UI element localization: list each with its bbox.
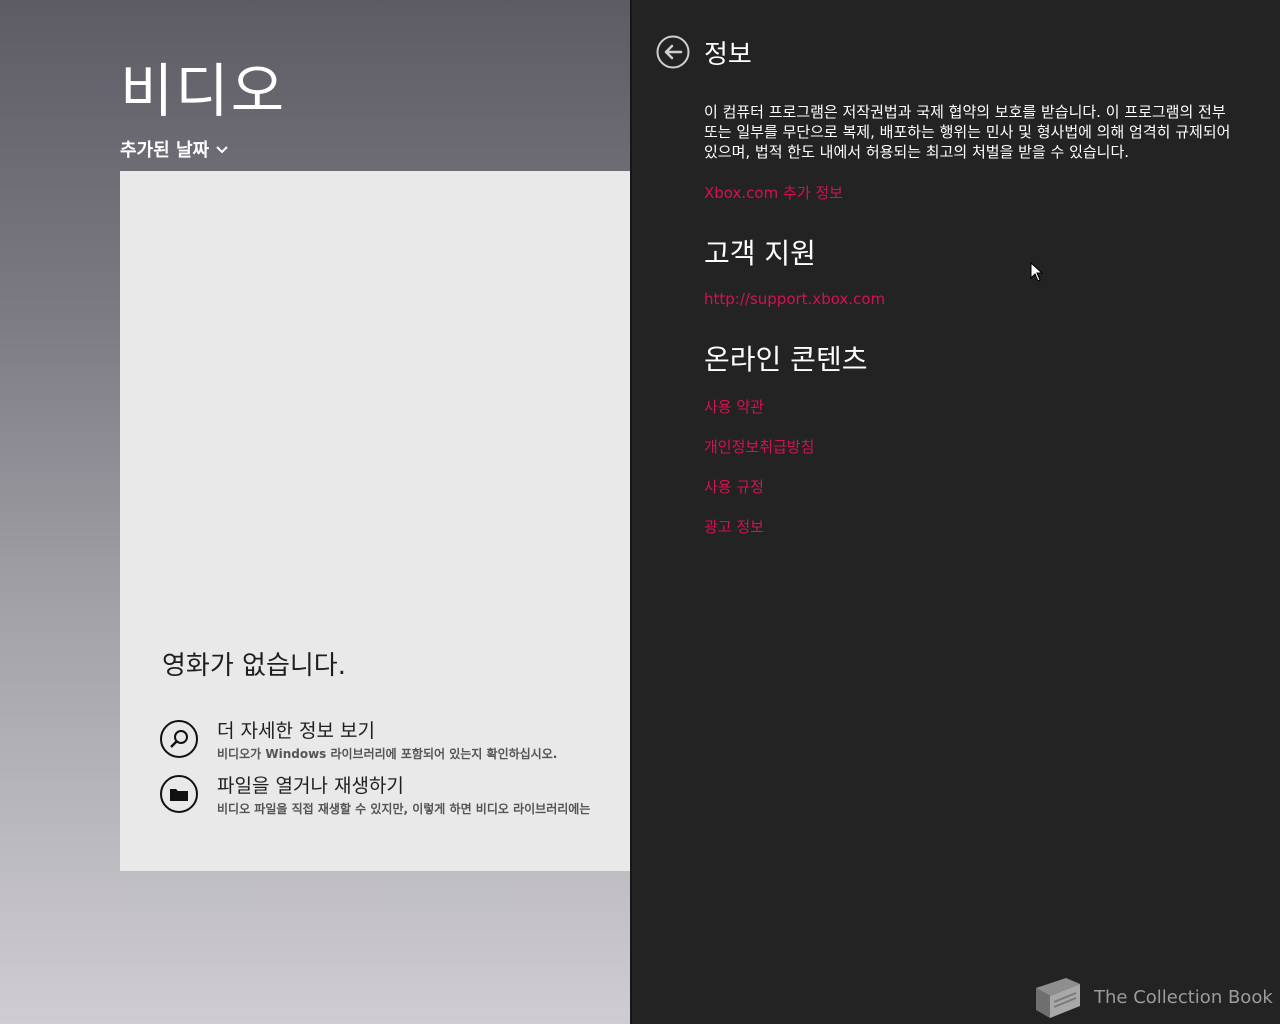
online-content-heading: 온라인 콘텐츠 <box>704 343 868 376</box>
learn-more-desc: 비디오가 Windows 라이브러리에 포함되어 있는지 확인하십시오. <box>217 747 558 761</box>
support-link[interactable]: http://support.xbox.com <box>704 290 885 308</box>
search-icon <box>160 720 198 758</box>
back-arrow-icon[interactable] <box>656 35 690 69</box>
watermark: The Collection Book <box>1030 974 1273 1020</box>
privacy-policy-link[interactable]: 개인정보취급방침 <box>704 436 814 457</box>
code-of-conduct-link[interactable]: 사용 규정 <box>704 476 764 497</box>
mouse-cursor-icon <box>1030 262 1044 282</box>
sort-dropdown[interactable]: 추가된 날짜 <box>120 136 229 162</box>
open-file-desc: 비디오 파일을 직접 재생할 수 있지만, 이렇게 하면 비디오 라이브러리에는 <box>217 802 591 816</box>
legal-text: 이 컴퓨터 프로그램은 저작권법과 국제 협약의 보호를 받습니다. 이 프로그… <box>704 103 1231 161</box>
learn-more-title: 더 자세한 정보 보기 <box>217 720 375 742</box>
folder-icon <box>160 775 198 813</box>
support-heading: 고객 지원 <box>704 237 816 270</box>
about-panel: 정보 이 컴퓨터 프로그램은 저작권법과 국제 협약의 보호를 받습니다. 이 … <box>630 0 1280 1024</box>
book-icon <box>1036 978 1080 1018</box>
learn-more-action[interactable]: 더 자세한 정보 보기 비디오가 Windows 라이브러리에 포함되어 있는지… <box>160 718 630 762</box>
app-title: 비디오 <box>120 57 287 125</box>
sort-label: 추가된 날짜 <box>120 140 210 161</box>
panel-title: 정보 <box>704 40 752 70</box>
watermark-text: The Collection Book <box>1094 986 1273 1008</box>
advertising-info-link[interactable]: 광고 정보 <box>704 516 764 537</box>
xbox-more-info-link[interactable]: Xbox.com 추가 정보 <box>704 182 843 203</box>
empty-library-card: 영화가 없습니다. 더 자세한 정보 보기 비디오가 Windows 라이브러리… <box>120 171 630 871</box>
terms-of-use-link[interactable]: 사용 약관 <box>704 396 764 417</box>
open-file-action[interactable]: 파일을 열거나 재생하기 비디오 파일을 직접 재생할 수 있지만, 이렇게 하… <box>160 773 630 817</box>
chevron-down-icon <box>216 146 228 154</box>
empty-heading: 영화가 없습니다. <box>162 651 346 681</box>
open-file-title: 파일을 열거나 재생하기 <box>217 775 404 797</box>
